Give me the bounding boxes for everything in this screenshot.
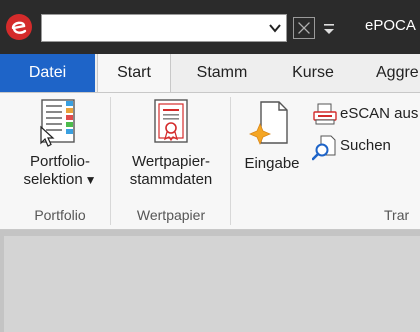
certificate-icon bbox=[154, 99, 188, 143]
group-label-portfolio: Portfolio bbox=[34, 207, 86, 223]
workspace-top-edge bbox=[0, 230, 420, 236]
security-master-data-label-1: Wertpapier- bbox=[131, 153, 211, 170]
portfolio-selection-button[interactable]: Portfolio- selektion ▼ bbox=[14, 97, 106, 189]
portfolio-selection-label-1: Portfolio- bbox=[29, 153, 91, 170]
workspace-left-edge bbox=[0, 230, 4, 332]
tab-stamm[interactable]: Stamm bbox=[186, 54, 258, 92]
security-master-data-button[interactable]: Wertpapier- stammdaten bbox=[120, 97, 222, 189]
tab-datei[interactable]: Datei bbox=[0, 54, 95, 92]
tab-start[interactable]: Start bbox=[97, 54, 171, 93]
chevron-down-icon: ▼ bbox=[84, 173, 97, 187]
chevron-down-icon[interactable] bbox=[268, 21, 282, 35]
epoca-logo-icon[interactable] bbox=[4, 12, 34, 42]
escan-import-label: eSCAN aus bbox=[340, 105, 419, 122]
quick-access-combobox[interactable] bbox=[41, 14, 287, 42]
workspace-area bbox=[0, 230, 420, 332]
customize-quick-access-icon[interactable] bbox=[323, 22, 335, 36]
portfolio-selection-label-2: selektion ▼ bbox=[14, 171, 106, 189]
group-separator bbox=[230, 97, 231, 225]
entry-label: Eingabe bbox=[244, 155, 300, 172]
tab-aggregation[interactable]: Aggre bbox=[376, 54, 420, 92]
tab-kurse[interactable]: Kurse bbox=[277, 54, 349, 92]
ribbon-tab-bar: Datei Start Stamm Kurse Aggre bbox=[0, 54, 420, 93]
group-label-transactions: Trar bbox=[384, 207, 410, 223]
portfolio-list-icon bbox=[40, 99, 75, 147]
title-bar: ePOCA bbox=[0, 0, 420, 54]
search-label: Suchen bbox=[340, 137, 391, 154]
security-master-data-label-2: stammdaten bbox=[129, 171, 213, 188]
group-separator bbox=[110, 97, 111, 225]
new-document-icon bbox=[248, 101, 288, 146]
window-title: ePOCA bbox=[365, 17, 416, 34]
escan-import-button[interactable]: eSCAN aus bbox=[312, 103, 420, 127]
scanner-icon bbox=[313, 103, 337, 125]
magnifier-document-icon bbox=[312, 135, 336, 161]
ribbon-panel: Portfolio- selektion ▼ Portfolio Wertpapi… bbox=[0, 92, 420, 230]
group-label-wertpapier: Wertpapier bbox=[136, 207, 206, 223]
portfolio-selection-label-2-text: selektion bbox=[23, 171, 83, 188]
entry-button[interactable]: Eingabe bbox=[238, 97, 306, 173]
search-button[interactable]: Suchen bbox=[312, 135, 420, 161]
clear-icon[interactable] bbox=[293, 17, 315, 39]
